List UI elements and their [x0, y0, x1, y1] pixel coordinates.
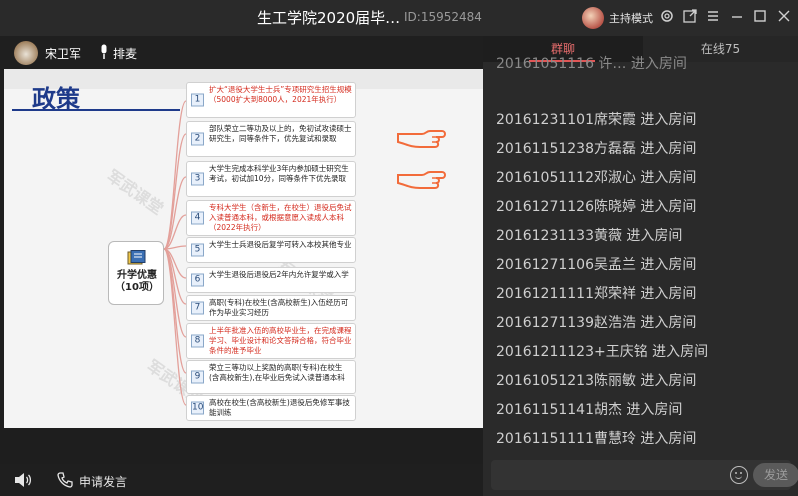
settings-icon[interactable]: [658, 8, 676, 26]
minimize-icon[interactable]: [728, 8, 746, 26]
speaker-header: 宋卫军 排麦: [0, 36, 483, 69]
item-number: 2: [191, 132, 204, 146]
item-text: 高校在校生(含高校新生)退役后免修军事技能训练: [209, 398, 350, 417]
popout-icon[interactable]: [681, 8, 699, 26]
item-text: 大学生士兵退役后复学可转入本校其他专业: [209, 240, 352, 249]
chat-panel: 群聊 在线75 20161051116 许… 进入房间 20161231101席…: [483, 36, 798, 496]
item-number: 3: [191, 172, 204, 186]
teacher-avatar: [14, 41, 38, 65]
item-text: 大学生退役后退役后2年内允许复学或入学: [209, 270, 349, 279]
item-text: 部队荣立二等功及以上的，免初试攻读硕士研究生，同等条件下，优先复试和录取: [209, 124, 352, 143]
chat-message: 20161151141胡杰 进入房间: [496, 402, 683, 418]
item-text: 上半年批准入伍的高校毕业生，在完成课程学习、毕业设计和论文答辩合格，符合毕业条件…: [209, 326, 352, 355]
chat-message: 20161211111郑荣祥 进入房间: [496, 286, 697, 302]
chat-message: 20161271106吴孟兰 进入房间: [496, 257, 697, 273]
chat-message: 20161271126陈晓婷 进入房间: [496, 199, 697, 215]
item-text: 荣立三等功以上奖励的高职(专科)在校生(含高校新生),在毕业后免试入读普通本科: [209, 363, 345, 382]
watermark-text: 军武课堂: [103, 166, 167, 219]
chat-message: 20161271139赵浩浩 进入房间: [496, 315, 697, 331]
item-number: 8: [191, 334, 204, 348]
chat-input-field[interactable]: 发送: [491, 460, 798, 490]
policy-item: 8 上半年批准入伍的高校毕业生，在完成课程学习、毕业设计和论文答辩合格，符合毕业…: [186, 323, 356, 359]
title-underline: [12, 109, 180, 111]
send-button[interactable]: 发送: [753, 463, 798, 487]
bottom-toolbar: 申请发言: [0, 464, 483, 496]
policy-item: 1 扩大“退役大学生士兵”专项研究生招生规模（5000扩大到8000人，2021…: [186, 82, 356, 118]
chat-message: 20161231133黄薇 进入房间: [496, 228, 683, 244]
item-number: 5: [191, 243, 204, 257]
chat-message: 20161051213陈丽敏 进入房间: [496, 373, 697, 389]
item-text: 专科大学生（含新生，在校生）退役后免试入读普通本科，或根据意愿入读成人本科（20…: [209, 203, 352, 232]
policy-item: 9 荣立三等功以上奖励的高职(专科)在校生(含高校新生),在毕业后免试入读普通本…: [186, 360, 356, 394]
item-text: 高职(专科)在校生(含高校新生)入伍经历可作为毕业实习经历: [209, 298, 349, 317]
policy-item: 7 高职(专科)在校生(含高校新生)入伍经历可作为毕业实习经历: [186, 295, 356, 321]
pointing-hand-icon: [397, 171, 446, 189]
mic-icon: [101, 44, 107, 59]
book-icon: [127, 250, 146, 265]
teacher-name: 宋卫军: [45, 47, 82, 61]
policy-item: 5 大学生士兵退役后复学可转入本校其他专业: [186, 237, 356, 263]
chat-message: 20161151111曹慧玲 进入房间: [496, 431, 697, 447]
policy-item: 10 高校在校生(含高校新生)退役后免修军事技能训练: [186, 395, 356, 421]
apply-to-speak-button[interactable]: 申请发言: [79, 473, 127, 490]
title-bar: 生工学院2020届毕… ID:15952484 主持模式: [0, 0, 798, 36]
item-number: 9: [191, 370, 204, 384]
pointing-hand-icon: [397, 130, 446, 148]
emoji-icon[interactable]: [730, 466, 748, 484]
chat-message: 20161211123+王庆铭 进入房间: [496, 344, 709, 360]
window-title: 生工学院2020届毕…: [257, 9, 401, 27]
room-id: ID:15952484: [404, 10, 482, 24]
item-number: 10: [191, 401, 204, 415]
mindmap-center-node: 升学优惠 （10项）: [108, 241, 164, 305]
queue-mic-button[interactable]: 排麦: [113, 45, 137, 62]
item-number: 1: [191, 93, 204, 107]
center-label-line2: （10项）: [115, 282, 159, 293]
app-window: 生工学院2020届毕… ID:15952484 主持模式 宋卫军 排麦 政策 军…: [0, 0, 798, 496]
chat-message: 20161151238方磊磊 进入房间: [496, 141, 697, 157]
host-avatar[interactable]: [582, 7, 604, 29]
speaker-icon[interactable]: [14, 472, 32, 488]
maximize-icon[interactable]: [751, 8, 769, 26]
menu-icon[interactable]: [704, 8, 722, 26]
item-number: 7: [191, 301, 204, 315]
item-text: 大学生完成本科学业3年内参加硕士研究生考试，初试加10分，同等条件下优先录取: [209, 164, 349, 183]
item-number: 4: [191, 211, 204, 225]
close-icon[interactable]: [775, 8, 793, 26]
chat-message: 20161231101席荣霞 进入房间: [496, 112, 697, 128]
chat-message: 20161051112邓淑心 进入房间: [496, 170, 697, 186]
chat-message: 20161051116 许… 进入房间: [496, 56, 687, 72]
presentation-slide: 政策 军武课堂 军武课堂 军武课堂: [4, 69, 483, 428]
policy-item: 6 大学生退役后退役后2年内允许复学或入学: [186, 267, 356, 293]
phone-icon[interactable]: [57, 471, 74, 488]
host-mode-label[interactable]: 主持模式: [609, 10, 653, 26]
item-text: 扩大“退役大学生士兵”专项研究生招生规模（5000扩大到8000人，2021年执…: [209, 85, 352, 104]
center-label-line1: 升学优惠: [117, 270, 157, 281]
center-node-label: 升学优惠 （10项）: [109, 270, 165, 294]
item-number: 6: [191, 273, 204, 287]
policy-item: 4 专科大学生（含新生，在校生）退役后免试入读普通本科，或根据意愿入读成人本科（…: [186, 200, 356, 236]
policy-item: 3 大学生完成本科学业3年内参加硕士研究生考试，初试加10分，同等条件下优先录取: [186, 161, 356, 197]
policy-item: 2 部队荣立二等功及以上的，免初试攻读硕士研究生，同等条件下，优先复试和录取: [186, 121, 356, 157]
